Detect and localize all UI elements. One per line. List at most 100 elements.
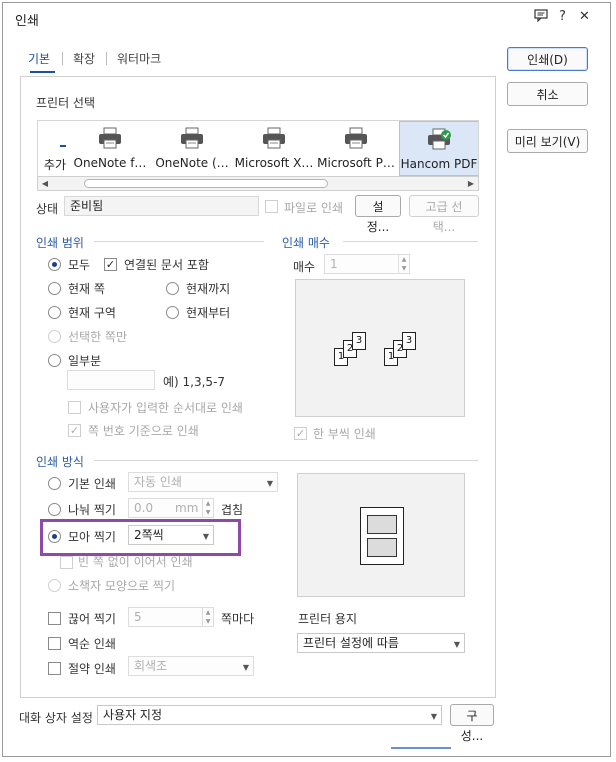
divider: [94, 241, 264, 242]
chevron-down-icon: ▼: [453, 640, 460, 649]
chevron-down-icon: ▼: [430, 712, 437, 721]
cut-stepper-icon[interactable]: ▲ ▼: [202, 608, 213, 626]
printer-scrollbar[interactable]: ◀ ▶: [37, 176, 479, 191]
dialog-title: 인쇄: [15, 14, 39, 29]
printer-default-icon: [428, 128, 451, 150]
method-booklet-radio[interactable]: [48, 579, 61, 592]
copies-stepper-icon[interactable]: ▲ ▼: [398, 255, 409, 273]
tab-basic[interactable]: 기본: [28, 50, 50, 67]
range-current-page-radio[interactable]: [48, 282, 61, 295]
method-split-radio[interactable]: [48, 503, 61, 516]
printer-name: OneNote (…: [155, 156, 229, 170]
printer-paper-select[interactable]: 프린터 설정에 따름 ▼: [297, 633, 465, 653]
range-example-label: 예) 1,3,5-7: [163, 375, 226, 389]
range-current-section-label: 현재 구역: [68, 306, 116, 320]
saving-print-checkbox[interactable]: [48, 662, 61, 675]
printer-select-title: 프린터 선택: [36, 96, 96, 110]
divider: [343, 241, 478, 242]
comment-icon[interactable]: [534, 9, 548, 23]
split-stepper-icon[interactable]: ▲ ▼: [202, 499, 213, 517]
include-linked-checkbox[interactable]: ✓: [104, 258, 117, 271]
printer-icon: [181, 127, 203, 149]
tab-extended[interactable]: 확장: [73, 50, 95, 67]
tab-watermark[interactable]: 워터마크: [117, 50, 161, 67]
chevron-down-icon: ▼: [242, 663, 249, 672]
file-print-checkbox[interactable]: [265, 200, 278, 213]
range-current-section-radio[interactable]: [48, 306, 61, 319]
page-number-order-checkbox[interactable]: ✓: [68, 424, 81, 437]
printer-icon: [345, 127, 367, 149]
method-basic-label: 기본 인쇄: [68, 477, 116, 491]
advanced-select-button[interactable]: 고급 선택...: [409, 195, 479, 234]
status-label: 상태: [36, 202, 59, 216]
user-order-checkbox[interactable]: [68, 401, 81, 414]
printer-name: 추가: [43, 158, 66, 172]
copies-input[interactable]: 1 ▲ ▼: [324, 254, 410, 274]
chevron-down-icon: ▼: [266, 479, 273, 488]
copies-title: 인쇄 매수: [282, 236, 330, 250]
printer-item-microsoft-x[interactable]: Microsoft X…: [234, 121, 314, 176]
help-icon[interactable]: ?: [559, 9, 566, 24]
partial-range-input[interactable]: [67, 370, 155, 390]
print-dialog: 인쇄 ? ✕ 기본 확장 워터마크 인쇄(D) 취소 미리 보기(V) 프린터 …: [2, 2, 611, 757]
dialog-settings-select[interactable]: 사용자 지정 ▼: [97, 705, 442, 725]
printer-settings-button[interactable]: 설정...: [355, 195, 401, 234]
dialog-settings-label: 대화 상자 설정: [19, 711, 93, 725]
copies-value: 1: [330, 257, 338, 271]
no-blank-checkbox[interactable]: [60, 556, 73, 569]
printer-icon: [99, 127, 121, 149]
range-from-current-radio[interactable]: [166, 306, 179, 319]
layout-preview: [297, 473, 465, 597]
printer-paper-title: 프린터 용지: [298, 612, 358, 626]
print-range-title: 인쇄 범위: [36, 236, 84, 250]
printer-item-add[interactable]: 추가: [38, 121, 66, 176]
method-basic-radio[interactable]: [48, 477, 61, 490]
scroll-left-icon[interactable]: ◀: [39, 178, 51, 189]
range-selected-page-radio[interactable]: [48, 330, 61, 343]
basic-mode-select[interactable]: 자동 인쇄 ▼: [128, 472, 278, 492]
printer-name: Microsoft P…: [317, 156, 395, 170]
user-order-label: 사용자가 입력한 순서대로 인쇄: [88, 401, 243, 415]
printer-item-microsoft-p[interactable]: Microsoft P…: [316, 121, 396, 176]
printer-item-onenote-1[interactable]: OneNote f…: [70, 121, 150, 176]
printer-name: Microsoft X…: [234, 156, 314, 170]
print-button[interactable]: 인쇄(D): [507, 47, 588, 71]
saving-mode-value: 회색조: [134, 659, 168, 673]
range-all-radio[interactable]: [48, 258, 61, 271]
printer-paper-value: 프린터 설정에 따름: [303, 636, 399, 650]
cut-print-checkbox[interactable]: [48, 612, 61, 625]
collate-checkbox[interactable]: ✓: [294, 427, 307, 440]
title-bar: 인쇄 ? ✕: [3, 3, 610, 33]
printer-name: OneNote f…: [73, 156, 147, 170]
resize-grip: [391, 747, 451, 749]
range-until-current-radio[interactable]: [166, 282, 179, 295]
scroll-thumb[interactable]: [84, 179, 328, 188]
cut-pages-value: 5: [134, 610, 142, 624]
print-method-title: 인쇄 방식: [36, 455, 84, 469]
preview-page: 3: [402, 332, 416, 350]
include-linked-label: 연결된 문서 포함: [124, 258, 209, 272]
reverse-print-checkbox[interactable]: [48, 637, 61, 650]
printer-name: Hancom PDF: [400, 157, 478, 171]
status-value: 준비됨: [64, 196, 259, 216]
config-button[interactable]: 구성...: [450, 704, 494, 743]
close-icon[interactable]: ✕: [579, 9, 590, 24]
range-partial-radio[interactable]: [48, 354, 61, 367]
method-split-label: 나눠 찍기: [68, 503, 116, 517]
overlap-label: 겹침: [221, 503, 244, 517]
add-marker-icon: [60, 145, 66, 147]
preview-slot: [367, 515, 397, 534]
saving-print-label: 절약 인쇄: [68, 662, 116, 676]
divider: [94, 460, 478, 461]
split-overlap-input[interactable]: 0.0 mm ▲ ▼: [128, 498, 214, 518]
scroll-right-icon[interactable]: ▶: [465, 178, 477, 189]
range-selected-page-label: 선택한 쪽만: [68, 330, 128, 344]
tab-separator: [62, 52, 63, 65]
preview-button[interactable]: 미리 보기(V): [507, 129, 588, 153]
saving-mode-select[interactable]: 회색조 ▼: [128, 656, 254, 676]
cancel-button[interactable]: 취소: [507, 82, 588, 106]
printer-list[interactable]: 추가 OneNote f… OneNote (… Microsoft X… Mi…: [37, 120, 479, 176]
cut-pages-input[interactable]: 5 ▲ ▼: [128, 607, 214, 627]
printer-item-onenote-2[interactable]: OneNote (…: [152, 121, 232, 176]
printer-item-hancom-pdf[interactable]: Hancom PDF: [399, 121, 478, 176]
